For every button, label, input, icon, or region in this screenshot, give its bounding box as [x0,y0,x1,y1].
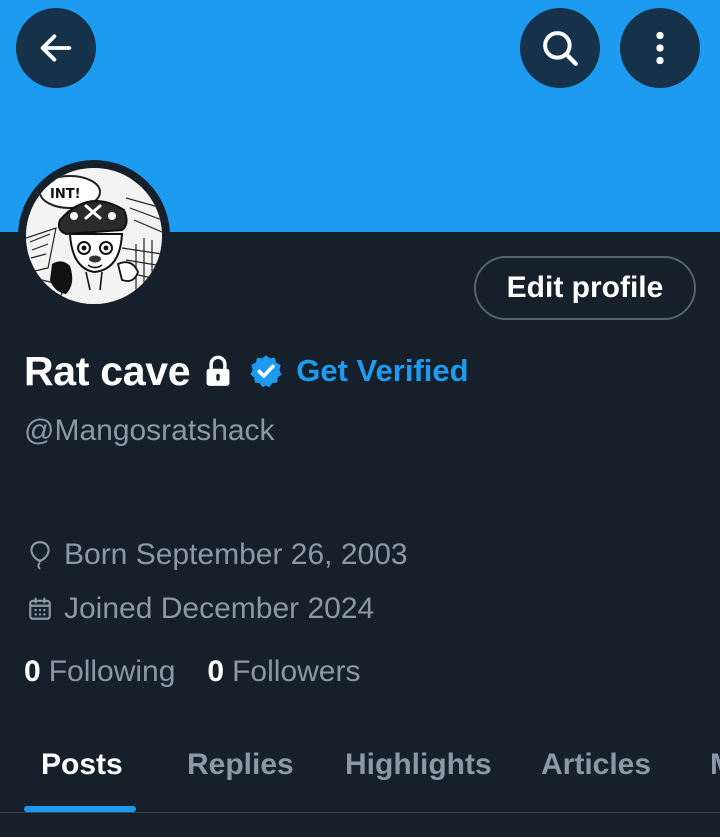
follow-stats: 0 Following 0 Followers [24,655,360,689]
svg-text:INT!: INT! [50,187,81,202]
tab-media[interactable]: Media [710,748,720,782]
more-vertical-icon [656,31,664,65]
lock-icon [204,355,232,387]
verified-badge-icon[interactable] [248,353,284,389]
following-count: 0 [24,655,41,688]
profile-tabs: Posts Replies Highlights Articles Media [0,736,720,812]
edit-profile-button[interactable]: Edit profile [474,256,696,320]
birthday-row: Born September 26, 2003 [24,538,408,572]
tabs-divider [0,812,720,813]
tab-highlights[interactable]: Highlights [345,748,492,782]
calendar-icon [24,596,56,622]
avatar[interactable]: INT! [18,160,170,312]
tab-replies[interactable]: Replies [187,748,294,782]
avatar-image: INT! [26,168,162,304]
tab-articles[interactable]: Articles [541,748,651,782]
profile-page: INT! Edit profile Rat cave Get Verified … [0,0,720,837]
followers-link[interactable]: 0 Followers [207,655,360,689]
search-icon [543,31,578,66]
joined-text: Joined December 2024 [64,592,375,625]
followers-label: Followers [232,655,361,688]
profile-handle: @Mangosratshack [24,414,275,447]
arrow-left-icon [40,34,72,62]
balloon-icon [24,540,56,570]
birthday-text: Born September 26, 2003 [64,538,408,571]
following-label: Following [48,655,176,688]
display-name: Rat cave [24,347,191,394]
search-button[interactable] [520,8,600,88]
back-button[interactable] [16,8,96,88]
followers-count: 0 [207,655,225,688]
tab-posts[interactable]: Posts [41,748,123,782]
profile-name-row: Rat cave Get Verified [24,344,469,398]
get-verified-link[interactable]: Get Verified [296,353,468,389]
joined-row: Joined December 2024 [24,592,374,626]
more-options-button[interactable] [620,8,700,88]
following-link[interactable]: 0 Following [24,655,175,689]
